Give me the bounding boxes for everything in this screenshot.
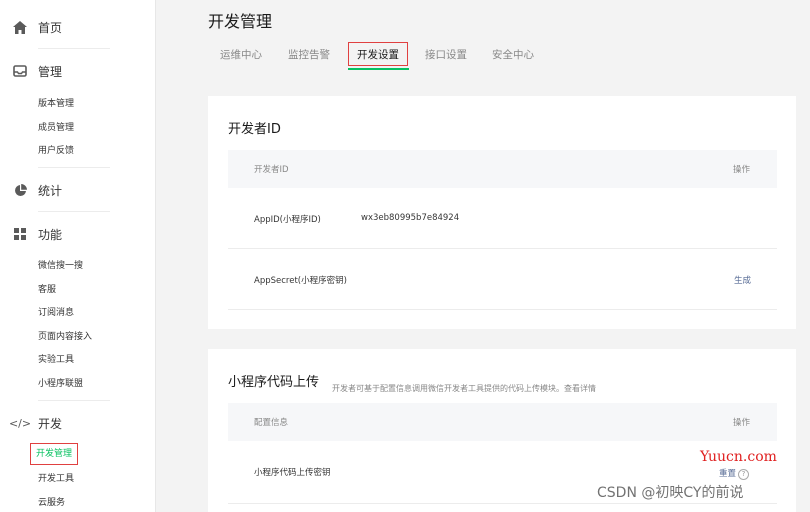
- sidebar: 首页 管理 版本管理 成员管理 用户反馈 统计 功能 微信搜一搜 客服 订阅消息…: [0, 0, 155, 512]
- page-title: 开发管理: [208, 12, 273, 31]
- author-watermark: CSDN @初映CY的前说: [597, 485, 744, 501]
- tab-security[interactable]: 安全中心: [492, 44, 534, 66]
- table-row: AppSecret(小程序密钥) 生成: [228, 249, 777, 310]
- section-title: 开发者ID: [228, 122, 281, 137]
- divider: [38, 48, 110, 49]
- sidebar-border: [155, 0, 156, 512]
- appsecret-label: AppSecret(小程序密钥): [254, 276, 347, 286]
- generate-secret-link[interactable]: 生成: [734, 274, 751, 286]
- table-header: 开发者ID 操作: [228, 150, 777, 188]
- divider: [38, 167, 110, 168]
- reset-key-link[interactable]: 重置?: [719, 467, 750, 480]
- table-row: AppID(小程序ID) wx3eb80995b7e84924: [228, 188, 777, 249]
- column-header-action: 操作: [733, 418, 751, 428]
- sidebar-item-label: 首页: [38, 20, 63, 35]
- tab-interface[interactable]: 接口设置: [425, 44, 467, 66]
- section-title: 小程序代码上传: [228, 375, 320, 390]
- divider: [38, 400, 110, 401]
- view-details-link[interactable]: 查看详情: [564, 384, 596, 393]
- tab-ops[interactable]: 运维中心: [220, 44, 262, 66]
- section-hint: 开发者可基于配置信息调用微信开发者工具提供的代码上传模块。查看详情: [332, 376, 596, 395]
- sidebar-subitem-feedback[interactable]: 用户反馈: [38, 145, 74, 157]
- column-header-config: 配置信息: [254, 418, 289, 428]
- pie-chart-icon: [12, 182, 28, 198]
- column-header-action: 操作: [733, 165, 751, 175]
- help-icon[interactable]: ?: [738, 469, 750, 480]
- sidebar-subitem-dev-manage[interactable]: 开发管理: [29, 443, 79, 465]
- upload-key-label: 小程序代码上传密钥: [254, 468, 331, 478]
- tab-active-indicator: [348, 68, 409, 70]
- sidebar-item-label: 统计: [38, 183, 63, 198]
- table-header: 配置信息 操作: [228, 403, 777, 441]
- home-icon: [12, 19, 28, 35]
- sidebar-subitem-subscribe[interactable]: 订阅消息: [38, 307, 74, 319]
- sidebar-subitem-dev-tools[interactable]: 开发工具: [38, 473, 74, 485]
- tab-monitor[interactable]: 监控告警: [288, 44, 330, 66]
- code-icon: </>: [8, 416, 32, 430]
- sidebar-subitem-union[interactable]: 小程序联盟: [38, 378, 83, 390]
- sidebar-subitem-members[interactable]: 成员管理: [38, 122, 74, 134]
- sidebar-subitem-cloud[interactable]: 云服务: [38, 497, 65, 509]
- sidebar-subitem-service[interactable]: 客服: [38, 284, 56, 296]
- developer-id-card: 开发者ID 开发者ID 操作 AppID(小程序ID) wx3eb80995b7…: [208, 96, 796, 329]
- sidebar-subitem-search[interactable]: 微信搜一搜: [38, 260, 83, 272]
- divider: [38, 211, 110, 212]
- reset-label: 重置: [719, 469, 737, 479]
- hint-text: 开发者可基于配置信息调用微信开发者工具提供的代码上传模块。: [332, 384, 564, 393]
- site-watermark: Yuucn.com: [700, 449, 777, 465]
- appid-label: AppID(小程序ID): [254, 215, 321, 225]
- sidebar-subitem-lab[interactable]: 实验工具: [38, 354, 74, 366]
- appid-value: wx3eb80995b7e84924: [361, 213, 460, 223]
- sidebar-subitem-content[interactable]: 页面内容接入: [38, 331, 92, 343]
- grid-icon: [12, 226, 28, 242]
- tab-highlight-box: [348, 42, 408, 66]
- sidebar-item-label: 功能: [38, 227, 63, 242]
- sidebar-subitem-version[interactable]: 版本管理: [38, 98, 74, 110]
- sidebar-item-label: 开发: [38, 416, 63, 431]
- sidebar-item-label: 管理: [38, 64, 63, 79]
- inbox-icon: [12, 63, 28, 79]
- column-header-id: 开发者ID: [254, 165, 289, 175]
